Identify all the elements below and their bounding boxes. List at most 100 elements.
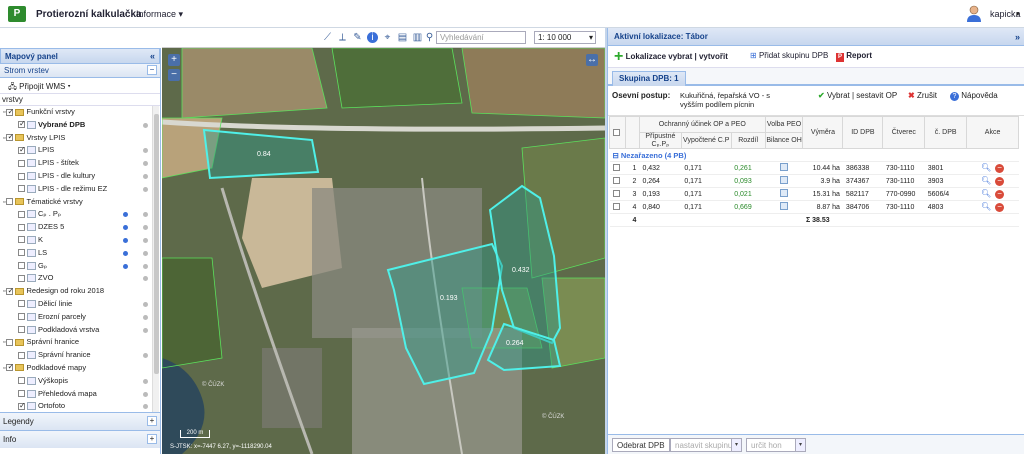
delete-icon[interactable]: − [995, 203, 1005, 212]
table-row[interactable]: 3 0,193 0,171 0,021 15.31 ha 582117 770-0990 56… [609, 187, 1019, 201]
expand-node-icon[interactable]: ▫ [3, 365, 5, 372]
peo-edit-icon[interactable] [780, 189, 789, 197]
legend-panel[interactable]: Legendy + [0, 412, 160, 430]
row-checkbox[interactable] [612, 190, 620, 198]
layer-opacity-icon[interactable] [143, 276, 148, 282]
help-button[interactable]: ? Nápověda [950, 91, 998, 101]
tree-item[interactable]: Správní hranice [0, 349, 160, 362]
zoom-to-icon[interactable]: 🔍︎ [981, 202, 991, 211]
draw-icon[interactable]: ✎ [352, 32, 363, 43]
layer-opacity-icon[interactable] [143, 314, 148, 320]
cancel-rotation-button[interactable]: ✖ Zrušit [908, 91, 937, 100]
peo-edit-icon[interactable] [780, 176, 789, 184]
table-row[interactable]: 4 0,840 0,171 0,669 8.87 ha 384706 730-1110 480… [609, 200, 1019, 214]
peo-edit-icon[interactable] [780, 163, 789, 171]
info-icon[interactable]: i [367, 32, 378, 43]
layer-checkbox[interactable] [18, 274, 25, 282]
chevron-down-icon[interactable]: ▾ [1016, 10, 1020, 18]
layer-checkbox[interactable] [6, 106, 14, 118]
layer-checkbox[interactable] [6, 361, 14, 374]
dpb-number-header[interactable]: č. DPB [924, 116, 968, 149]
layer-opacity-icon[interactable] [143, 237, 148, 243]
layer-checkbox[interactable] [18, 326, 25, 334]
tree-item[interactable]: Erozní parcely [0, 311, 160, 324]
layer-opacity-icon[interactable] [143, 301, 148, 307]
layer-opacity-icon[interactable] [143, 404, 148, 410]
scale-select[interactable]: 1: 10 000 ▾ [534, 31, 596, 44]
layer-checkbox[interactable] [18, 300, 25, 308]
layer-opacity-icon[interactable] [143, 225, 148, 231]
layer-opacity-icon[interactable] [143, 391, 148, 397]
select-all-header[interactable] [609, 116, 626, 149]
layers-icon[interactable]: ▤ [397, 32, 408, 43]
chevron-down-icon[interactable]: ▾ [731, 439, 741, 451]
tree-item[interactable]: ▫ Podkladové mapy [0, 361, 160, 375]
layer-checkbox[interactable] [18, 400, 26, 412]
select-rotation-button[interactable]: ✔ Vybrat | sestavit OP [818, 91, 897, 100]
layer-checkbox[interactable] [18, 377, 25, 385]
tree-item[interactable]: LPIS - štítek [0, 157, 160, 170]
peo-edit-icon[interactable] [780, 202, 789, 210]
row-checkbox[interactable] [612, 177, 620, 185]
expand-info-button[interactable]: + [147, 434, 157, 444]
tree-item[interactable]: ZVO [0, 272, 160, 285]
layer-opacity-icon[interactable] [143, 161, 148, 167]
tree-item[interactable]: ▫ Vrstvy LPIS [0, 131, 160, 145]
expand-legend-button[interactable]: + [147, 416, 157, 426]
layer-checkbox[interactable] [18, 351, 25, 359]
info-menu[interactable]: Informace ▾ [136, 9, 183, 20]
delete-icon[interactable]: − [995, 190, 1005, 199]
clear-icon[interactable]: ▥ [412, 32, 423, 43]
map-view[interactable]: 0.84 0.193 0.432 0.264 © ČÚZK © ČÚZK [162, 28, 605, 454]
layer-checkbox[interactable] [6, 338, 14, 346]
layer-info-icon[interactable] [123, 250, 128, 256]
layer-checkbox[interactable] [6, 198, 14, 206]
layer-opacity-icon[interactable] [143, 173, 148, 179]
permissible-header[interactable]: Přípustné Cₚ.Pₚ [638, 132, 682, 149]
report-button[interactable]: P Report [836, 51, 872, 62]
layer-checkbox[interactable] [18, 262, 25, 270]
id-dpb-header[interactable]: ID DPB [842, 116, 884, 149]
add-group-button[interactable]: ⊞ Přidat skupinu DPB [750, 51, 828, 60]
row-checkbox[interactable] [612, 203, 620, 211]
layer-checkbox[interactable] [18, 185, 25, 193]
zoom-search-icon[interactable]: ⚲ [424, 32, 435, 43]
layer-info-icon[interactable] [123, 225, 128, 231]
layer-checkbox[interactable] [18, 313, 25, 321]
layer-opacity-icon[interactable] [143, 186, 148, 192]
balance-header[interactable]: Bilance OH [764, 132, 804, 149]
area-header[interactable]: Výměra [802, 116, 844, 149]
select-all-checkbox[interactable] [612, 128, 620, 136]
tree-item[interactable]: ▫ Tématické vrstvy [0, 196, 160, 209]
tree-item[interactable]: DZES 5 [0, 221, 160, 234]
set-group-combo[interactable]: nastavit skupinu ▾ [670, 438, 742, 452]
expand-node-icon[interactable]: ▫ [3, 339, 5, 346]
tree-item[interactable]: Ortofoto [0, 400, 160, 412]
layer-opacity-icon[interactable] [143, 353, 148, 359]
collapse-panel-icon[interactable]: « [150, 51, 155, 61]
expand-node-icon[interactable]: ▫ [3, 199, 5, 206]
tree-item[interactable]: Přehledová mapa [0, 388, 160, 401]
expand-node-icon[interactable]: ▫ [3, 135, 5, 142]
tree-item[interactable]: Vybrané DPB [0, 118, 160, 132]
layer-tree-scrollbar[interactable] [152, 106, 159, 412]
layer-checkbox[interactable] [18, 390, 25, 398]
collapse-tree-button[interactable]: − [147, 65, 157, 75]
measure-area-icon[interactable]: ⟂ [337, 32, 348, 43]
info-panel[interactable]: Info + [0, 430, 160, 448]
layer-info-icon[interactable] [123, 212, 128, 218]
select-icon[interactable]: ⌖ [382, 32, 393, 43]
zoom-to-icon[interactable]: 🔍︎ [981, 176, 991, 185]
tree-item[interactable]: Podkladová vrstva [0, 324, 160, 337]
layer-checkbox[interactable] [18, 118, 26, 131]
expand-node-icon[interactable]: ▫ [3, 288, 5, 295]
map-search-input[interactable]: Vyhledávání [436, 31, 526, 44]
layer-opacity-icon[interactable] [143, 250, 148, 256]
orthophoto-map[interactable]: 0.84 0.193 0.432 0.264 © ČÚZK © ČÚZK [162, 28, 605, 454]
zoom-to-icon[interactable]: 🔍︎ [981, 163, 991, 172]
table-row[interactable]: 2 0,264 0,171 0,093 3.9 ha 374367 730-1110 3903… [609, 174, 1019, 188]
zoom-in-button[interactable]: + [168, 54, 180, 66]
delete-icon[interactable]: − [995, 177, 1005, 186]
zoom-out-button[interactable]: − [168, 69, 180, 81]
row-checkbox[interactable] [612, 164, 620, 172]
